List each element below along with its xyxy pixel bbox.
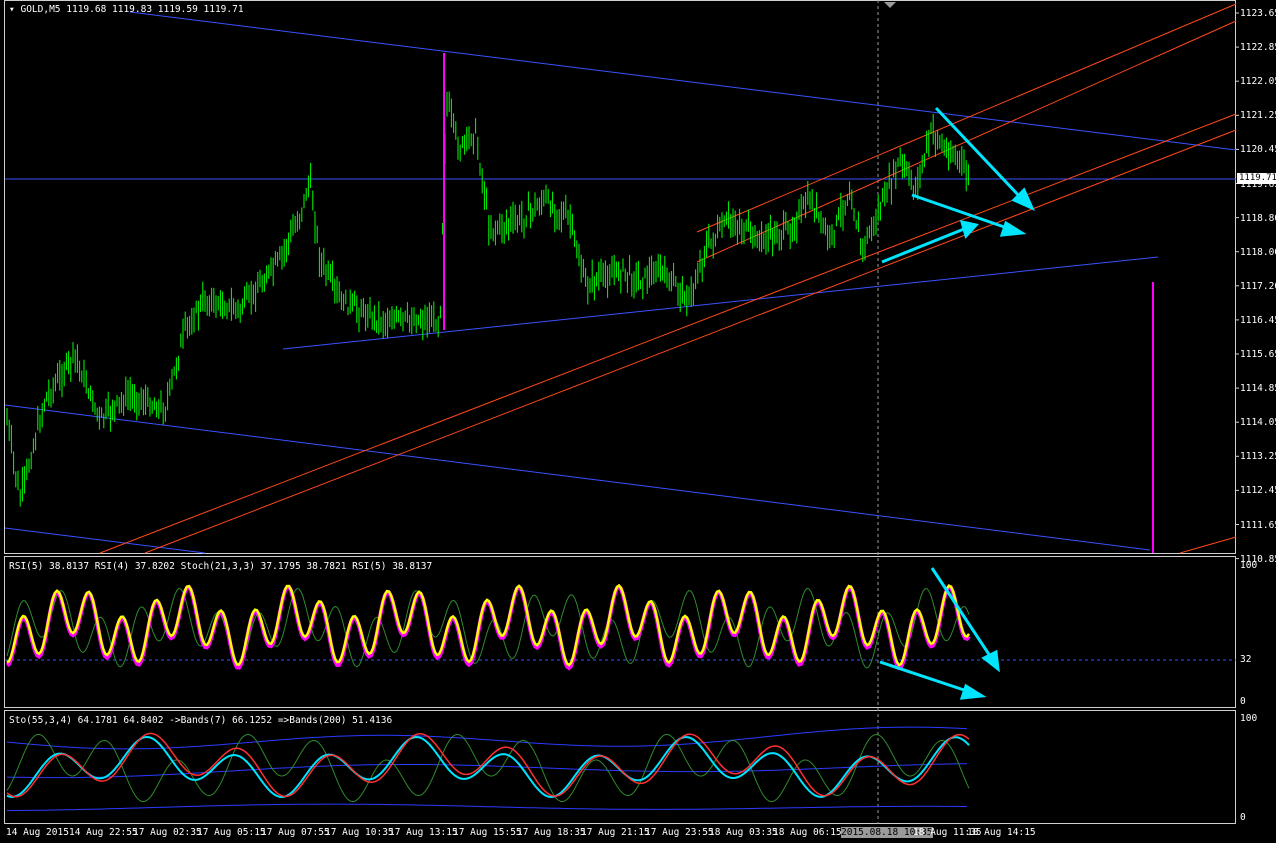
rsi-panel-title: RSI(5) 38.8137 RSI(4) 37.8202 Stoch(21,3… bbox=[9, 561, 433, 572]
arrow-head bbox=[959, 683, 987, 700]
price-label: 1111.65 bbox=[1240, 519, 1276, 531]
time-label: 18 Aug 14:15 bbox=[967, 827, 1036, 838]
sto-label-0: 0 bbox=[1240, 812, 1246, 823]
price-axis-ticks bbox=[1236, 12, 1239, 560]
trendline-bottom[interactable] bbox=[4, 527, 206, 554]
rsi-label-32: 32 bbox=[1240, 654, 1252, 665]
time-label: 17 Aug 15:55 bbox=[453, 827, 522, 838]
rsi-panel-border bbox=[4, 556, 1236, 708]
time-label: 17 Aug 07:55 bbox=[261, 827, 330, 838]
time-label: 17 Aug 13:15 bbox=[389, 827, 458, 838]
ohlc-values: 1119.68 1119.83 1119.59 1119.71 bbox=[66, 4, 244, 15]
dropdown-icon[interactable]: ▾ bbox=[9, 4, 15, 15]
arrow-head bbox=[999, 220, 1027, 237]
time-label: 17 Aug 02:35 bbox=[133, 827, 202, 838]
time-label: 18 Aug 03:35 bbox=[709, 827, 778, 838]
price-candles bbox=[6, 91, 969, 507]
bands-middle bbox=[6, 763, 967, 779]
arrow-up-1[interactable] bbox=[881, 227, 965, 264]
price-label: 1118.80 bbox=[1240, 212, 1276, 224]
rsi-label-0: 0 bbox=[1240, 696, 1246, 707]
time-label: 17 Aug 05:15 bbox=[197, 827, 266, 838]
bands-lower bbox=[6, 803, 967, 812]
price-label: 1116.45 bbox=[1240, 314, 1276, 326]
arrow-head bbox=[959, 220, 979, 240]
regression-channel[interactable] bbox=[99, 3, 1237, 554]
trendline-upper-descending[interactable] bbox=[129, 11, 1237, 151]
price-label: 1120.45 bbox=[1240, 144, 1276, 156]
price-label: 1113.25 bbox=[1240, 451, 1276, 463]
trendline-support[interactable] bbox=[282, 256, 1159, 350]
time-label: 18 Aug 06:15 bbox=[773, 827, 842, 838]
main-panel-border bbox=[4, 0, 1236, 554]
sto-main bbox=[6, 732, 970, 798]
rsi-arrow-lower[interactable] bbox=[879, 660, 971, 694]
time-label: 17 Aug 18:35 bbox=[517, 827, 586, 838]
channel-top[interactable] bbox=[696, 3, 1237, 233]
price-label: 1118.00 bbox=[1240, 246, 1276, 258]
symbol-timeframe: GOLD,M5 bbox=[20, 4, 61, 15]
price-label: 1114.85 bbox=[1240, 383, 1276, 395]
annotation-arrows[interactable] bbox=[881, 106, 1035, 264]
sto-label-100: 100 bbox=[1240, 713, 1258, 724]
time-label: 17 Aug 10:35 bbox=[325, 827, 394, 838]
price-label: 1114.05 bbox=[1240, 417, 1276, 429]
price-label: 1123.65 bbox=[1240, 8, 1276, 19]
crosshair-marker bbox=[884, 2, 896, 8]
arrow-head bbox=[981, 649, 1000, 673]
current-price-tag: 1119.71 bbox=[1237, 173, 1276, 184]
price-label: 1121.25 bbox=[1240, 110, 1276, 122]
time-label: 17 Aug 21:15 bbox=[581, 827, 650, 838]
trendline-lower-descending[interactable] bbox=[4, 404, 1151, 551]
channel-middle[interactable] bbox=[99, 113, 1237, 554]
price-label: 1122.85 bbox=[1240, 42, 1276, 54]
channel-bottom[interactable] bbox=[1179, 536, 1237, 554]
price-label: 1122.05 bbox=[1240, 76, 1276, 88]
sto-signal bbox=[6, 735, 970, 799]
time-label: 17 Aug 23:55 bbox=[645, 827, 714, 838]
rsi-label-100: 100 bbox=[1240, 560, 1258, 571]
sto-panel-title: Sto(55,3,4) 64.1781 64.8402 ->Bands(7) 6… bbox=[9, 715, 393, 726]
price-label: 1117.20 bbox=[1240, 280, 1276, 292]
chart-title[interactable]: ▾ GOLD,M5 1119.68 1119.83 1119.59 1119.7… bbox=[9, 4, 244, 15]
price-label: 1115.65 bbox=[1240, 349, 1276, 360]
time-label: 14 Aug 2015 bbox=[6, 827, 69, 838]
time-label: 14 Aug 22:55 bbox=[69, 827, 138, 838]
price-label: 1112.45 bbox=[1240, 485, 1276, 497]
